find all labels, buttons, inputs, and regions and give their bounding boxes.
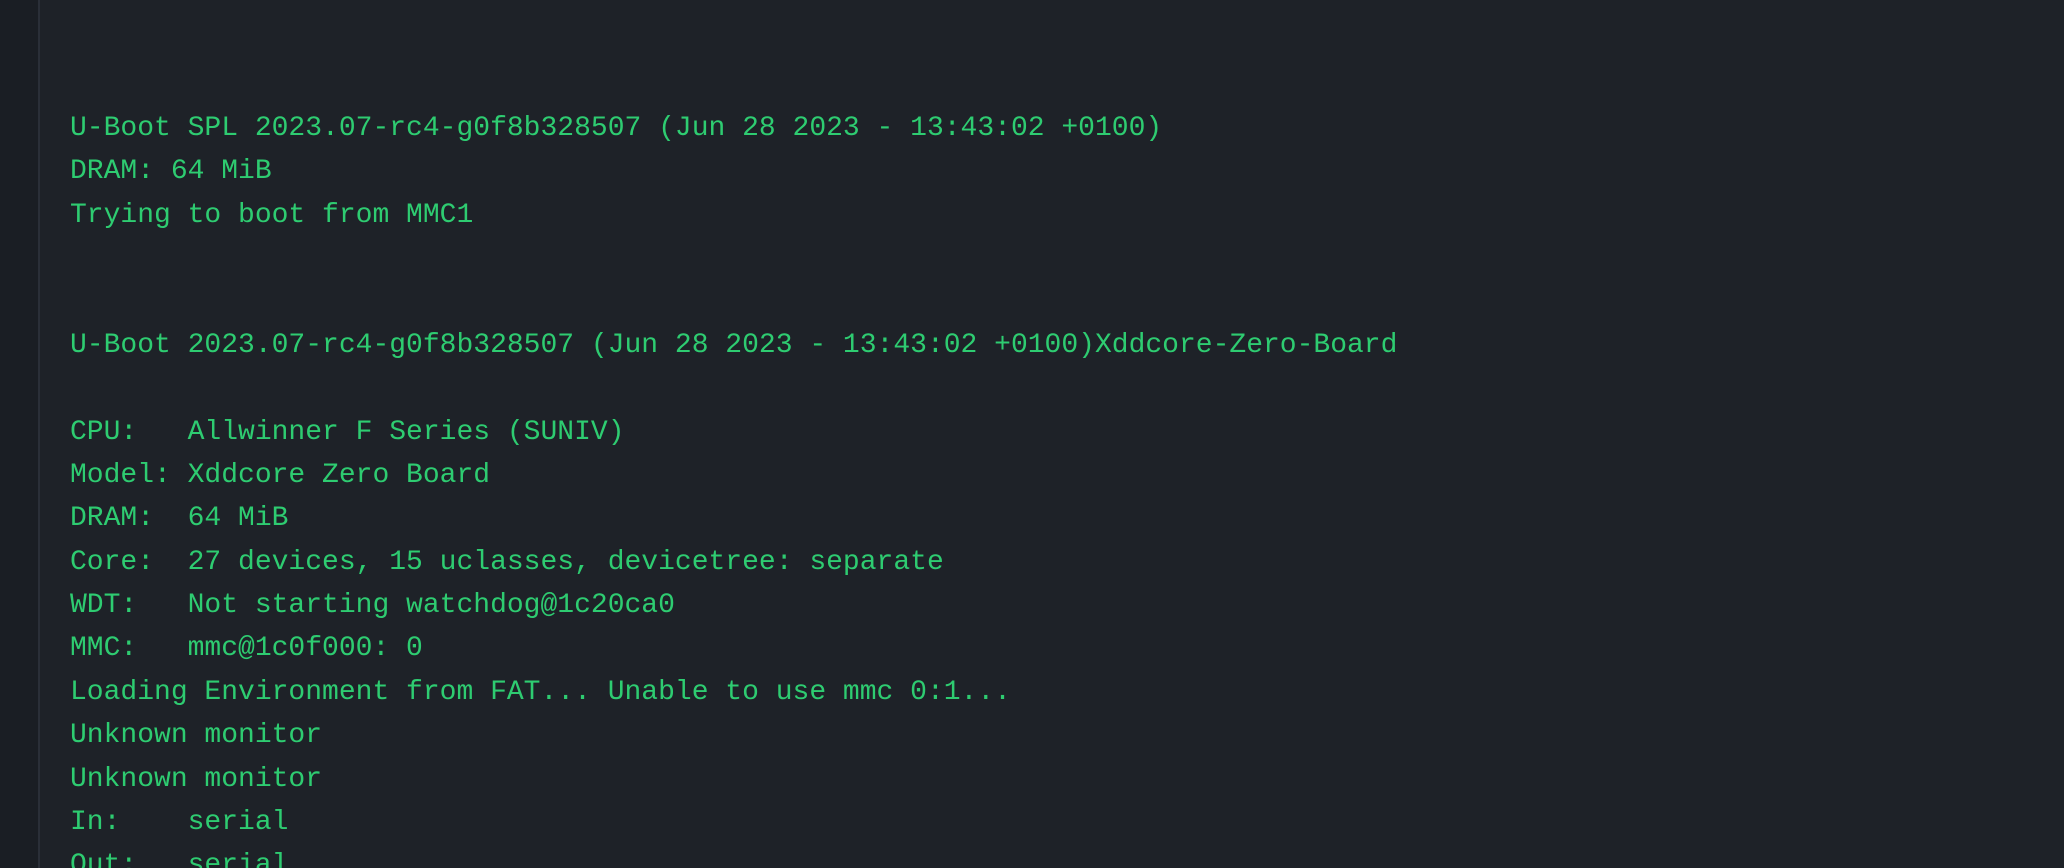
terminal-line: Loading Environment from FAT... Unable t… [70, 671, 2034, 714]
terminal-line: In: serial [70, 801, 2034, 844]
sidebar [0, 0, 40, 868]
terminal-line: DRAM: 64 MiB [70, 150, 2034, 193]
terminal-line: DRAM: 64 MiB [70, 497, 2034, 540]
terminal-line: Out: serial [70, 844, 2034, 868]
terminal-line: CPU: Allwinner F Series (SUNIV) [70, 411, 2034, 454]
terminal-line: MMC: mmc@1c0f000: 0 [70, 627, 2034, 670]
terminal-output[interactable]: U-Boot SPL 2023.07-rc4-g0f8b328507 (Jun … [40, 0, 2064, 868]
terminal-container: U-Boot SPL 2023.07-rc4-g0f8b328507 (Jun … [0, 0, 2064, 868]
terminal-line: Unknown monitor [70, 714, 2034, 757]
terminal-line: U-Boot SPL 2023.07-rc4-g0f8b328507 (Jun … [70, 107, 2034, 150]
terminal-line-empty [70, 237, 2034, 280]
terminal-line: Core: 27 devices, 15 uclasses, devicetre… [70, 541, 2034, 584]
terminal-line-empty [70, 367, 2034, 410]
terminal-line: Unknown monitor [70, 758, 2034, 801]
terminal-line: Model: Xddcore Zero Board [70, 454, 2034, 497]
terminal-line: Trying to boot from MMC1 [70, 194, 2034, 237]
terminal-line: U-Boot 2023.07-rc4-g0f8b328507 (Jun 28 2… [70, 324, 2034, 367]
terminal-line-empty [70, 280, 2034, 323]
terminal-line: WDT: Not starting watchdog@1c20ca0 [70, 584, 2034, 627]
